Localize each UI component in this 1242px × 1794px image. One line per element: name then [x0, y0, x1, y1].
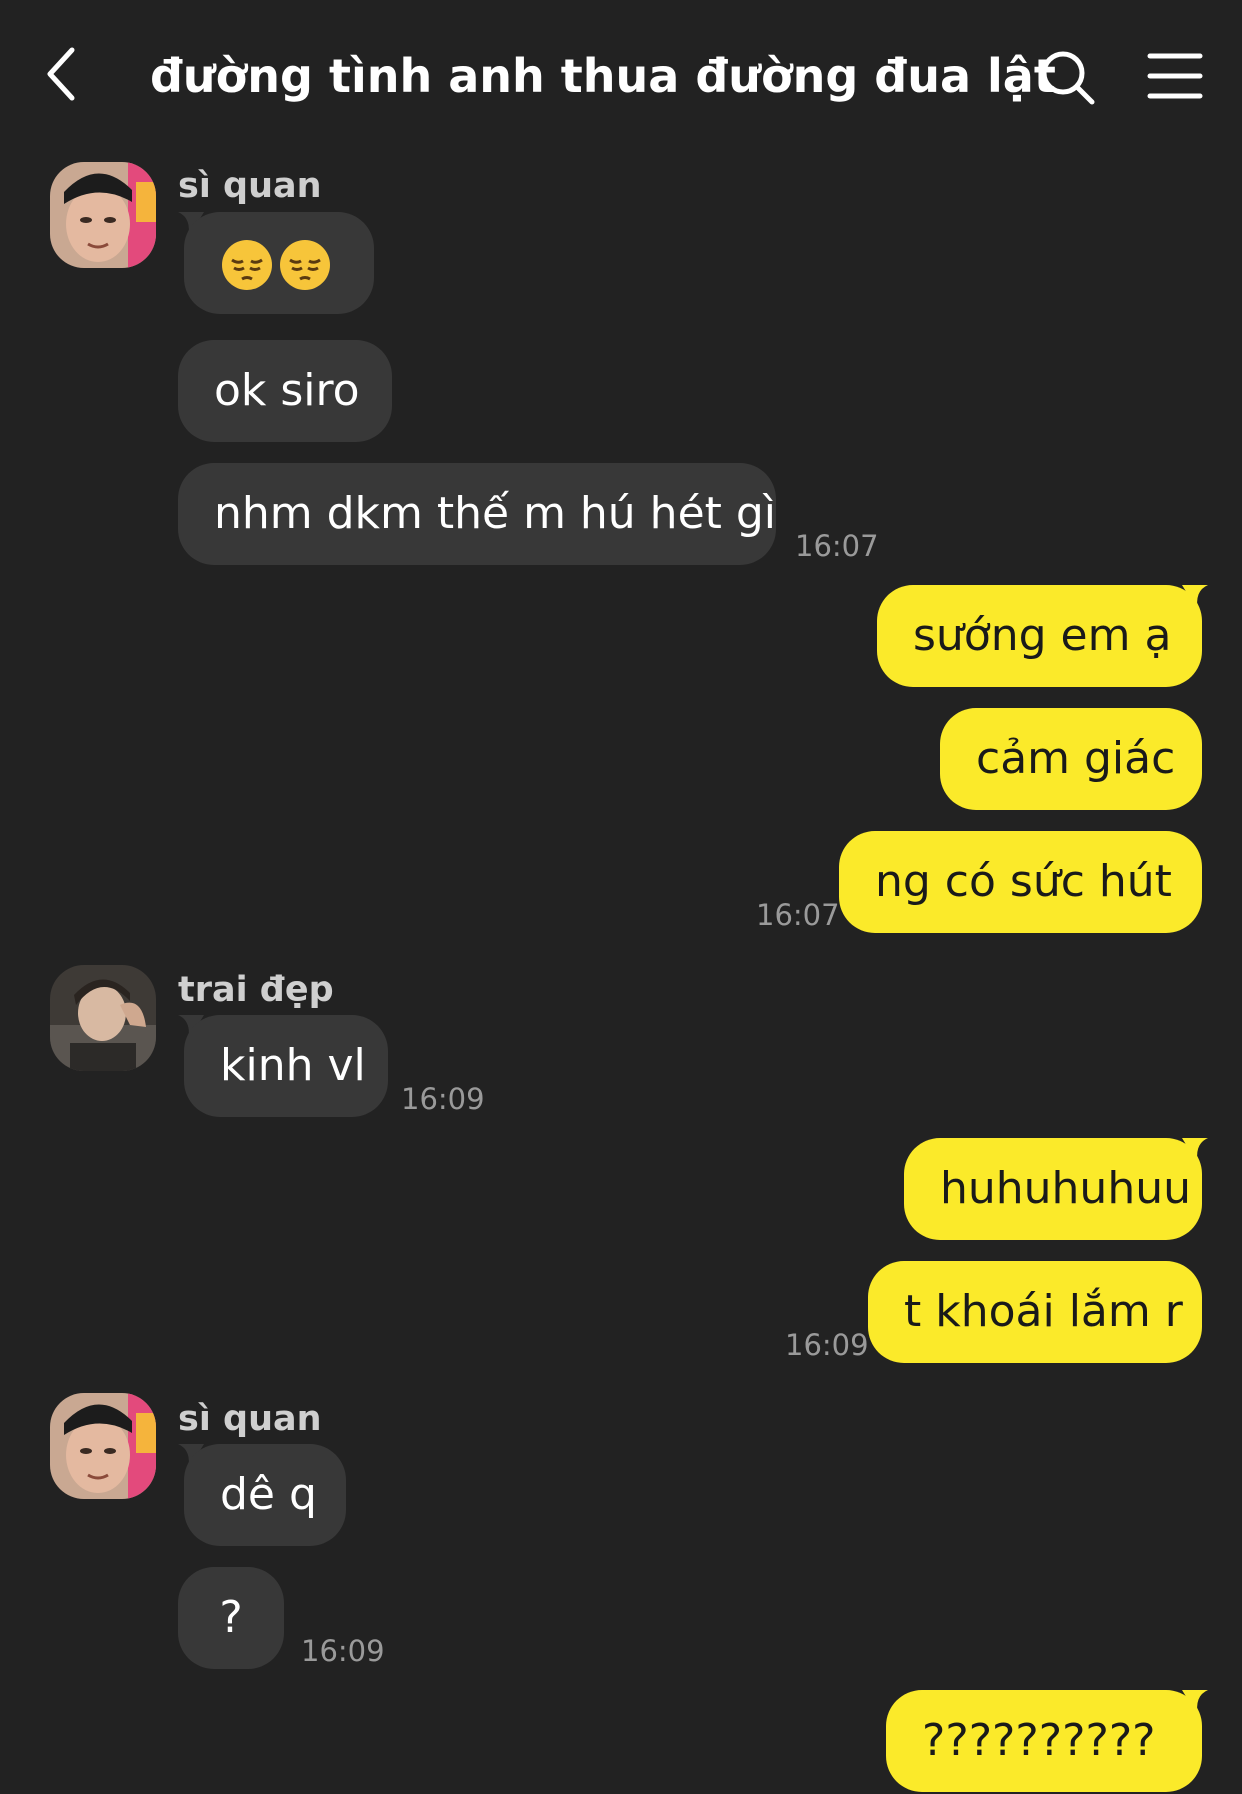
message-bubble[interactable]: huhuhuhuu — [904, 1138, 1202, 1240]
chat-header: đường tình anh thua đường đua lật bá... — [0, 0, 1242, 150]
message-bubble[interactable]: cảm giác — [940, 708, 1202, 810]
avatar-si-quan[interactable] — [50, 1393, 156, 1499]
pensive-face-emoji — [222, 240, 272, 290]
avatar-si-quan[interactable] — [50, 162, 156, 268]
sender-name: sì quan — [178, 166, 322, 206]
message-bubble-emoji[interactable] — [184, 212, 374, 314]
message-bubble[interactable]: ? — [178, 1567, 284, 1669]
search-icon[interactable] — [1038, 48, 1098, 108]
message-bubble[interactable]: dê q — [184, 1444, 346, 1546]
message-bubble[interactable]: nhm dkm thế m hú hét gì — [178, 463, 776, 565]
message-timestamp: 16:07 — [795, 529, 879, 563]
message-timestamp: 16:07 — [756, 898, 840, 932]
message-bubble[interactable]: ng có sức hút — [839, 831, 1202, 933]
message-timestamp: 16:09 — [301, 1634, 385, 1668]
pensive-face-emoji — [280, 240, 330, 290]
sender-name: sì quan — [178, 1399, 322, 1439]
message-bubble[interactable]: sướng em ạ — [877, 585, 1202, 687]
message-timestamp: 16:09 — [785, 1328, 869, 1362]
message-bubble[interactable]: t khoái lắm r — [868, 1261, 1202, 1363]
message-bubble[interactable]: ?????????? — [886, 1690, 1202, 1792]
sender-name: trai đẹp — [178, 970, 334, 1010]
message-timestamp: 16:09 — [401, 1082, 485, 1116]
chevron-left-icon[interactable] — [42, 44, 82, 104]
message-bubble[interactable]: kinh vl — [184, 1015, 388, 1117]
chat-title: đường tình anh thua đường đua lật bá... — [150, 49, 1075, 103]
avatar-trai-dep[interactable] — [50, 965, 156, 1071]
hamburger-menu-icon[interactable] — [1146, 50, 1204, 102]
message-bubble[interactable]: ok siro — [178, 340, 392, 442]
